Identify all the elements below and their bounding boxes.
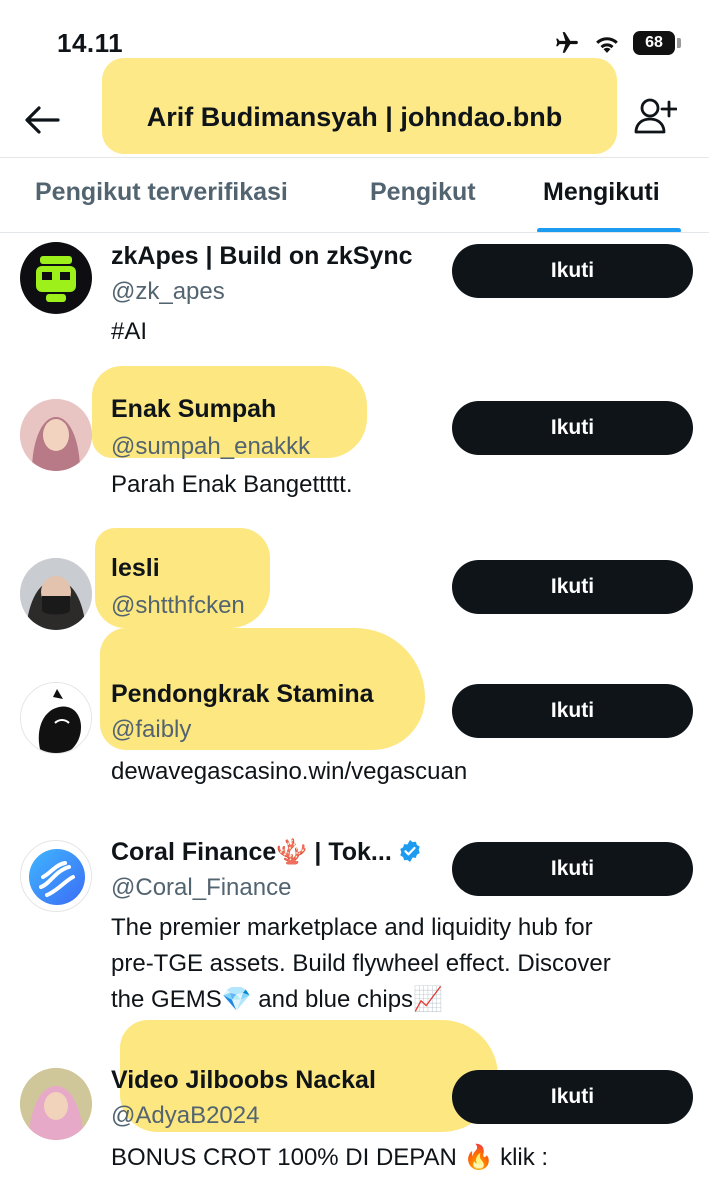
user-name-text: Coral Finance🪸 | Tok... <box>111 838 392 866</box>
header: Arif Budimansyah | johndao.bnb <box>0 58 709 158</box>
battery-icon: 68 <box>633 31 681 55</box>
user-name: Enak Sumpah <box>111 395 277 423</box>
user-bio: The premier marketplace and liquidity hu… <box>111 910 691 1018</box>
avatar[interactable] <box>20 1068 92 1140</box>
user-bio: dewavegascasino.win/vegascuan <box>111 758 468 785</box>
user-handle: @AdyaB2024 <box>111 1102 260 1129</box>
verified-badge-icon <box>400 840 420 862</box>
tabs-divider <box>0 232 709 233</box>
user-name: Coral Finance🪸 | Tok... <box>111 838 422 867</box>
tab-bar: Pengikut terverifikasi Pengikut Mengikut… <box>0 158 709 233</box>
avatar[interactable] <box>20 242 92 314</box>
user-handle: @shtthfcken <box>111 592 245 619</box>
avatar[interactable] <box>20 840 92 912</box>
user-handle: @faibly <box>111 716 192 743</box>
user-name: Video Jilboobs Nackal <box>111 1066 376 1094</box>
user-handle: @Coral_Finance <box>111 874 292 901</box>
page-title: Arif Budimansyah | johndao.bnb <box>146 102 563 132</box>
tab-followers[interactable]: Pengikut <box>370 178 476 207</box>
bio-line: The premier marketplace and liquidity hu… <box>111 914 593 941</box>
user-name: lesli <box>111 554 160 582</box>
bio-line: pre-TGE assets. Build flywheel effect. D… <box>111 950 611 977</box>
airplane-icon <box>556 32 578 53</box>
tab-verified-followers[interactable]: Pengikut terverifikasi <box>35 178 288 207</box>
tab-following[interactable]: Mengikuti <box>543 178 660 207</box>
follow-button[interactable]: Ikuti <box>452 401 693 455</box>
user-name: zkApes | Build on zkSync <box>111 242 413 270</box>
follow-button[interactable]: Ikuti <box>452 1070 693 1124</box>
follow-button[interactable]: Ikuti <box>452 842 693 896</box>
user-name: Pendongkrak Stamina <box>111 680 374 708</box>
status-icons: 68 <box>553 30 681 56</box>
user-handle: @zk_apes <box>111 278 225 305</box>
user-bio: BONUS CROT 100% DI DEPAN 🔥 klik : <box>111 1144 549 1171</box>
battery-level: 68 <box>633 31 675 55</box>
user-handle: @sumpah_enakkk <box>111 433 311 460</box>
wifi-icon <box>596 37 618 53</box>
avatar[interactable] <box>20 682 92 754</box>
user-bio: Parah Enak Bangettttt. <box>111 471 353 498</box>
avatar[interactable] <box>20 558 92 630</box>
bio-line: the GEMS💎 and blue chips📈 <box>111 986 443 1013</box>
add-user-button[interactable] <box>633 96 681 140</box>
follow-button[interactable]: Ikuti <box>452 560 693 614</box>
add-user-icon <box>634 98 678 134</box>
user-bio: #AI <box>111 318 148 345</box>
status-time: 14.11 <box>57 28 124 58</box>
follow-button[interactable]: Ikuti <box>452 244 693 298</box>
avatar[interactable] <box>20 399 92 471</box>
follow-button[interactable]: Ikuti <box>452 684 693 738</box>
